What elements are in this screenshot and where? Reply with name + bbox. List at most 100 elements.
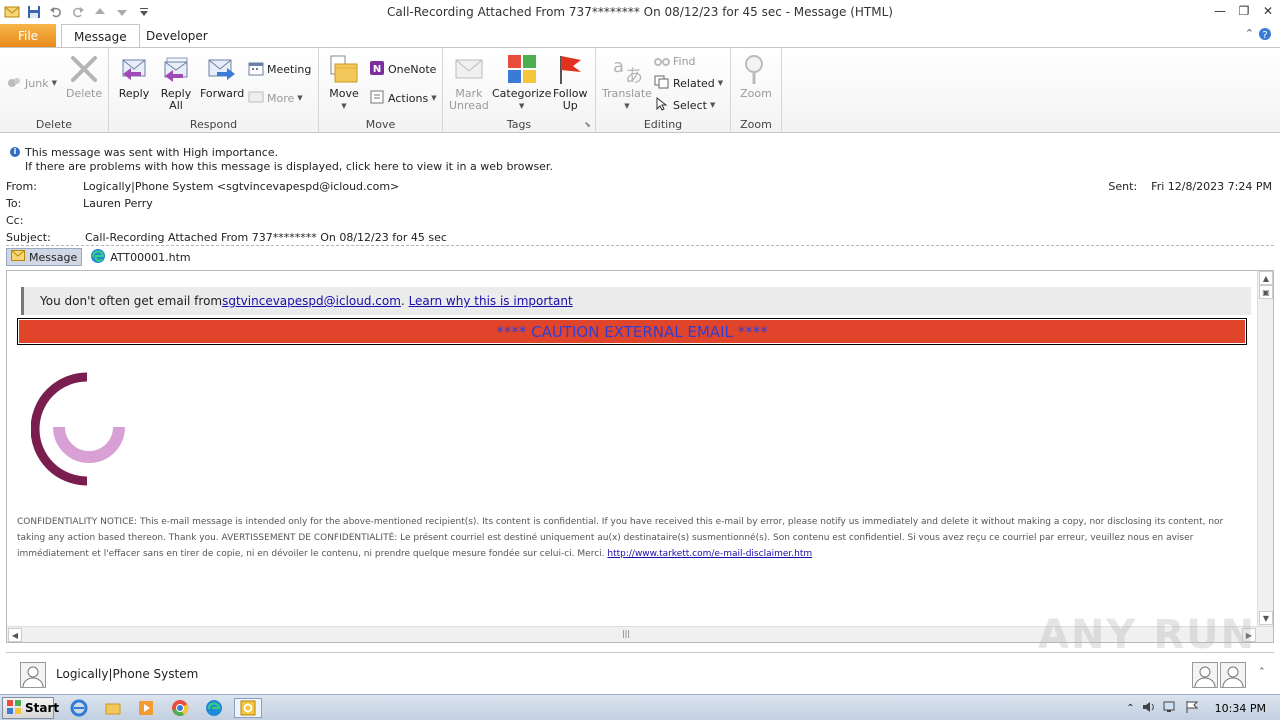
scroll-thumb-grip[interactable]: |||	[619, 629, 633, 640]
maximize-button[interactable]: ❐	[1232, 0, 1256, 22]
select-button[interactable]: Select ▼	[654, 96, 715, 114]
windows-logo-icon	[6, 699, 22, 718]
group-label-zoom: Zoom	[740, 118, 772, 131]
meeting-icon	[248, 60, 264, 79]
delete-x-icon	[71, 56, 98, 82]
scroll-left-icon[interactable]: ◀	[8, 628, 22, 642]
follow-up-flag-icon	[560, 56, 582, 84]
follow-up-button[interactable]: Follow Up	[553, 52, 588, 112]
media-player-icon[interactable]	[135, 698, 157, 718]
file-explorer-icon[interactable]	[102, 698, 124, 718]
people-avatar-2[interactable]	[1220, 662, 1246, 688]
action-center-flag-icon[interactable]	[1185, 700, 1199, 717]
categorize-button[interactable]: Categorize ▼	[492, 52, 551, 112]
more-button[interactable]: More ▼	[248, 89, 303, 107]
customize-qat-icon[interactable]	[135, 3, 153, 21]
learn-why-link[interactable]: Learn why this is important	[409, 294, 573, 308]
group-zoom: Zoom Zoom	[731, 48, 782, 133]
onenote-button[interactable]: N OneNote	[369, 60, 436, 78]
title-bar: Call-Recording Attached From 737********…	[0, 0, 1280, 24]
cc-label: Cc:	[6, 214, 24, 227]
scroll-up-icon[interactable]: ▲	[1259, 271, 1273, 285]
junk-button[interactable]: Junk ▼	[6, 74, 57, 92]
translate-label: Translate	[602, 87, 652, 100]
categorize-label: Categorize	[492, 87, 552, 100]
forward-label: Forward	[200, 87, 245, 100]
network-icon[interactable]	[1163, 700, 1179, 717]
delete-button[interactable]: Delete	[66, 52, 102, 100]
move-label: Move	[329, 87, 359, 100]
tab-message[interactable]: Message	[61, 24, 140, 48]
mark-unread-envelope-icon	[455, 59, 483, 79]
subject-label: Subject:	[6, 231, 51, 244]
message-body[interactable]: You don't often get email from sgtvincev…	[6, 270, 1274, 643]
find-binoculars-icon	[654, 53, 670, 70]
message-envelope-icon	[11, 250, 25, 264]
start-button[interactable]: Start	[2, 697, 59, 719]
chrome-icon[interactable]	[169, 698, 191, 718]
quick-access-toolbar	[0, 0, 153, 24]
save-icon[interactable]	[25, 3, 43, 21]
outlook-taskbar-icon[interactable]	[234, 698, 262, 718]
group-label-tags: Tags	[506, 118, 532, 131]
close-button[interactable]: ✕	[1256, 0, 1280, 22]
zoom-button[interactable]: Zoom	[739, 52, 773, 100]
find-button[interactable]: Find	[654, 52, 696, 70]
disclaimer-link[interactable]: http://www.tarkett.com/e-mail-disclaimer…	[607, 549, 812, 559]
mark-unread-button[interactable]: Mark Unread	[449, 52, 489, 112]
show-hidden-icons-icon[interactable]: ⌃	[1126, 703, 1134, 714]
reply-all-button[interactable]: Reply All	[159, 52, 193, 112]
meeting-button[interactable]: Meeting	[248, 60, 311, 78]
actions-button[interactable]: Actions ▼	[369, 89, 437, 107]
select-cursor-icon	[654, 96, 670, 114]
scroll-right-icon[interactable]: ▶	[1242, 628, 1256, 642]
sender-email-link[interactable]: sgtvincevapespd@icloud.com	[222, 294, 401, 308]
group-label-delete: Delete	[35, 118, 73, 131]
tab-developer[interactable]: Developer	[134, 24, 220, 47]
related-label: Related	[673, 76, 715, 90]
redo-icon[interactable]	[69, 3, 87, 21]
scroll-down-icon[interactable]: ▼	[1259, 611, 1273, 625]
actions-label: Actions	[388, 91, 429, 105]
actions-icon	[369, 89, 385, 108]
system-tray: ⌃ 10:34 PM	[1126, 695, 1280, 720]
more-icon	[248, 90, 264, 107]
more-label: More	[267, 91, 295, 105]
subject-value: Call-Recording Attached From 737********…	[85, 231, 447, 244]
move-button[interactable]: Move ▼	[327, 52, 361, 112]
volume-icon[interactable]	[1141, 700, 1157, 717]
translate-button[interactable]: aあ Translate ▼	[602, 52, 652, 112]
next-item-icon[interactable]	[113, 3, 131, 21]
undo-icon[interactable]	[47, 3, 65, 21]
categorize-icon	[507, 55, 536, 83]
taskbar-clock[interactable]: 10:34 PM	[1205, 702, 1274, 715]
attachment-htm-file[interactable]: ATT00001.htm	[86, 248, 194, 266]
horizontal-scrollbar[interactable]: ◀ ||| ▶	[7, 626, 1273, 642]
view-in-browser-notice[interactable]: If there are problems with how this mess…	[25, 160, 553, 173]
edge-icon[interactable]	[203, 698, 225, 718]
from-value[interactable]: Logically|Phone System <sgtvincevapespd@…	[83, 180, 399, 193]
people-avatar-1[interactable]	[1192, 662, 1218, 688]
window-controls: — ❐ ✕	[1208, 0, 1280, 22]
to-value[interactable]: Lauren Perry	[83, 197, 153, 210]
tab-file[interactable]: File	[0, 24, 56, 47]
vertical-scrollbar[interactable]: ▲ ▣ ▼	[1257, 271, 1273, 627]
group-label-respond: Respond	[189, 118, 238, 131]
internet-explorer-icon[interactable]	[68, 698, 90, 718]
minimize-button[interactable]: —	[1208, 0, 1232, 22]
to-label: To:	[6, 197, 22, 210]
attachment-message[interactable]: Message	[6, 248, 83, 266]
previous-item-icon[interactable]	[91, 3, 109, 21]
info-bar[interactable]: i This message was sent with High import…	[0, 140, 1280, 176]
page-settings-icon[interactable]: ▣	[1259, 285, 1273, 299]
help-icon[interactable]: ?	[1258, 27, 1272, 44]
forward-button[interactable]: Forward	[200, 52, 244, 100]
minimize-ribbon-icon[interactable]: ⌃	[1245, 27, 1254, 40]
expand-people-pane-icon[interactable]: ⌃	[1258, 667, 1266, 677]
group-move: Move ▼ N OneNote Actions ▼ Move	[319, 48, 443, 133]
sender-avatar[interactable]	[20, 662, 46, 688]
move-folder-icon	[330, 55, 358, 83]
related-button[interactable]: Related ▼	[654, 74, 723, 92]
reply-button[interactable]: Reply	[117, 52, 151, 100]
outlook-envelope-icon	[3, 3, 21, 21]
